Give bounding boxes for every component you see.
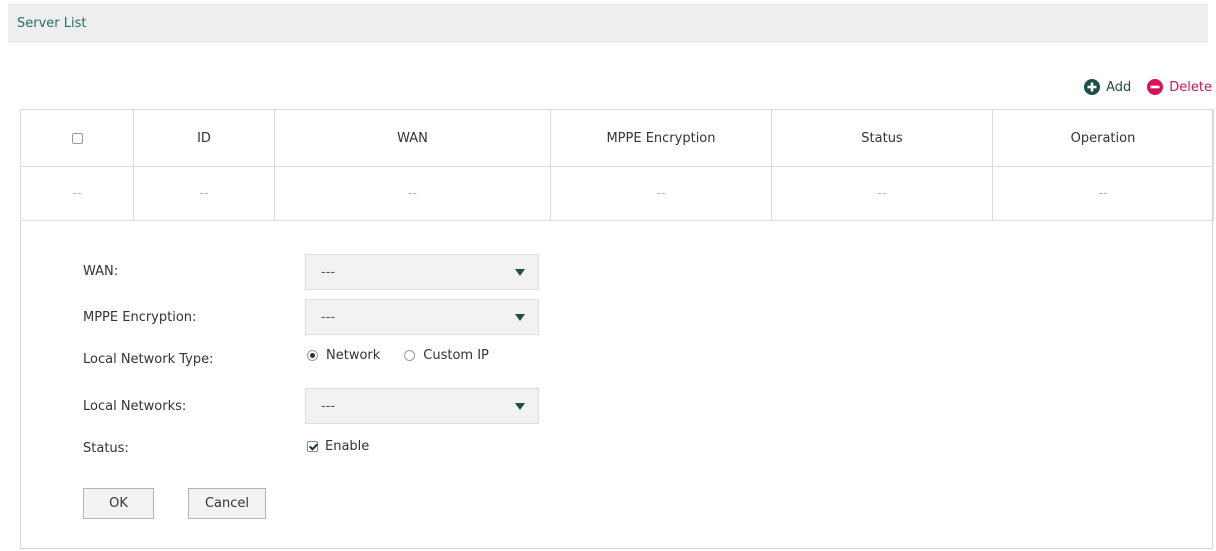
table-toolbar: Add Delete — [1084, 76, 1212, 98]
wan-select[interactable]: --- — [305, 254, 539, 290]
caret-down-icon — [515, 403, 525, 410]
status-enable-option[interactable]: Enable — [307, 439, 369, 454]
server-list-panel: ID WAN MPPE Encryption Status Operation … — [20, 109, 1214, 549]
radio-option-network[interactable]: Network — [307, 348, 380, 363]
table-cell: -- — [133, 166, 275, 221]
mppe-encryption-label: MPPE Encryption: — [83, 310, 197, 325]
column-header-id[interactable]: ID — [133, 109, 275, 167]
radio-network-label: Network — [326, 348, 381, 363]
radio-custom-ip[interactable] — [404, 350, 416, 361]
column-header-mppe-encryption[interactable]: MPPE Encryption — [550, 109, 772, 167]
mppe-encryption-select-value: --- — [321, 309, 336, 325]
status-label: Status: — [83, 441, 129, 456]
plus-circle-icon — [1084, 79, 1101, 95]
status-enable-label: Enable — [325, 439, 370, 454]
table-cell: -- — [771, 166, 993, 221]
section-header: Server List — [8, 4, 1208, 43]
radio-network[interactable] — [307, 350, 318, 361]
local-networks-label: Local Networks: — [83, 399, 187, 414]
local-network-type-radio-group: Network Custom IP — [307, 348, 489, 363]
ok-button[interactable]: OK — [83, 488, 154, 519]
section-title: Server List — [17, 16, 87, 31]
wan-label: WAN: — [83, 264, 119, 279]
table-cell: -- — [20, 166, 134, 221]
caret-down-icon — [515, 269, 525, 276]
local-networks-select[interactable]: --- — [305, 388, 539, 424]
radio-custom-ip-label: Custom IP — [423, 348, 489, 363]
table-cell: -- — [274, 166, 551, 221]
cancel-button[interactable]: Cancel — [188, 488, 266, 519]
table-cell: -- — [550, 166, 772, 221]
column-header-operation: Operation — [992, 109, 1214, 167]
add-button[interactable]: Add — [1084, 79, 1131, 95]
table-cell: -- — [992, 166, 1214, 221]
delete-button[interactable]: Delete — [1147, 79, 1212, 95]
local-networks-select-value: --- — [321, 398, 336, 414]
add-label: Add — [1106, 79, 1132, 95]
local-network-type-label: Local Network Type: — [83, 352, 214, 367]
wan-select-value: --- — [321, 264, 336, 280]
table-header-row: ID WAN MPPE Encryption Status Operation — [20, 109, 1214, 167]
column-header-status[interactable]: Status — [771, 109, 993, 167]
select-all-checkbox[interactable] — [71, 132, 83, 144]
delete-label: Delete — [1169, 79, 1212, 95]
caret-down-icon — [515, 314, 525, 321]
select-all-cell — [20, 109, 134, 167]
radio-option-custom-ip[interactable]: Custom IP — [404, 348, 489, 363]
column-header-wan[interactable]: WAN — [274, 109, 551, 167]
server-table: ID WAN MPPE Encryption Status Operation … — [20, 109, 1214, 221]
mppe-encryption-select[interactable]: --- — [305, 299, 539, 335]
minus-circle-icon — [1147, 79, 1164, 95]
status-enable-checkbox[interactable] — [307, 441, 318, 452]
table-row: -- -- -- -- -- -- — [20, 166, 1214, 221]
